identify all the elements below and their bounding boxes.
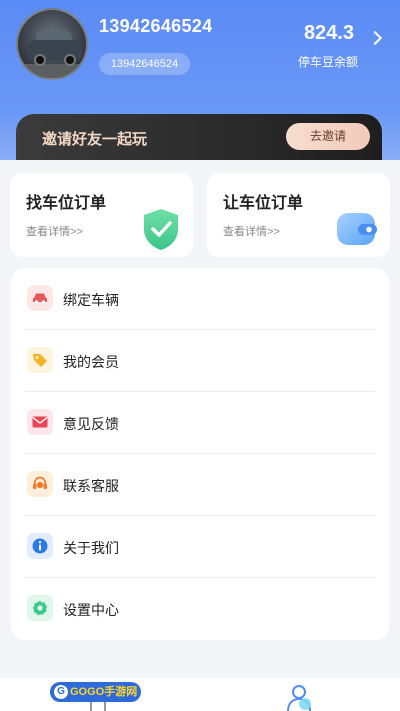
menu-label: 我的会员 bbox=[63, 354, 119, 370]
bottom-tab-bar: G GOGO手游网 bbox=[0, 678, 400, 711]
gear-icon bbox=[27, 595, 53, 621]
menu-label: 关于我们 bbox=[63, 540, 119, 556]
profile-tab-icon[interactable] bbox=[286, 684, 314, 711]
watermark-logo: G GOGO手游网 bbox=[50, 682, 142, 702]
card-title: 找车位订单 bbox=[26, 195, 107, 212]
balance-value[interactable]: 824.3 bbox=[304, 22, 354, 45]
menu-label: 绑定车辆 bbox=[63, 292, 119, 308]
user-phone: 13942646524 bbox=[99, 16, 213, 36]
menu-label: 意见反馈 bbox=[63, 416, 119, 432]
user-id-pill: 13942646524 bbox=[99, 53, 190, 75]
tag-icon bbox=[27, 347, 53, 373]
menu-label: 联系客服 bbox=[63, 478, 119, 494]
card-title: 让车位订单 bbox=[223, 195, 304, 212]
invite-text: 邀请好友一起玩 bbox=[42, 131, 148, 148]
menu-label: 设置中心 bbox=[63, 602, 119, 618]
mail-icon bbox=[27, 409, 53, 435]
menu-item-settings[interactable]: 设置中心 bbox=[25, 578, 375, 640]
headset-icon bbox=[27, 471, 53, 497]
menu-item-customer-service[interactable]: 联系客服 bbox=[25, 454, 375, 516]
menu-item-about-us[interactable]: 关于我们 bbox=[25, 516, 375, 578]
shield-check-icon bbox=[144, 209, 178, 250]
card-detail-link[interactable]: 查看详情>> bbox=[26, 223, 83, 239]
find-parking-orders-card[interactable]: 找车位订单 查看详情>> bbox=[10, 173, 193, 257]
lend-parking-orders-card[interactable]: 让车位订单 查看详情>> bbox=[207, 173, 390, 257]
chevron-right-icon[interactable] bbox=[367, 30, 383, 46]
avatar[interactable] bbox=[16, 8, 88, 80]
card-detail-link[interactable]: 查看详情>> bbox=[223, 223, 280, 239]
settings-menu: 绑定车辆 我的会员 意见反馈 联系客服 关于我们 设置中心 bbox=[11, 268, 389, 640]
balance-label[interactable]: 停车豆余额 bbox=[298, 53, 358, 70]
menu-item-bind-vehicle[interactable]: 绑定车辆 bbox=[25, 268, 375, 330]
menu-item-feedback[interactable]: 意见反馈 bbox=[25, 392, 375, 454]
car-icon bbox=[27, 285, 53, 311]
menu-item-membership[interactable]: 我的会员 bbox=[25, 330, 375, 392]
info-icon bbox=[27, 533, 53, 559]
invite-banner: 邀请好友一起玩 去邀请 bbox=[16, 114, 382, 160]
profile-header: 13942646524 13942646524 824.3 停车豆余额 邀请好友… bbox=[0, 0, 400, 160]
invite-button[interactable]: 去邀请 bbox=[286, 123, 370, 150]
wallet-icon bbox=[337, 213, 377, 245]
